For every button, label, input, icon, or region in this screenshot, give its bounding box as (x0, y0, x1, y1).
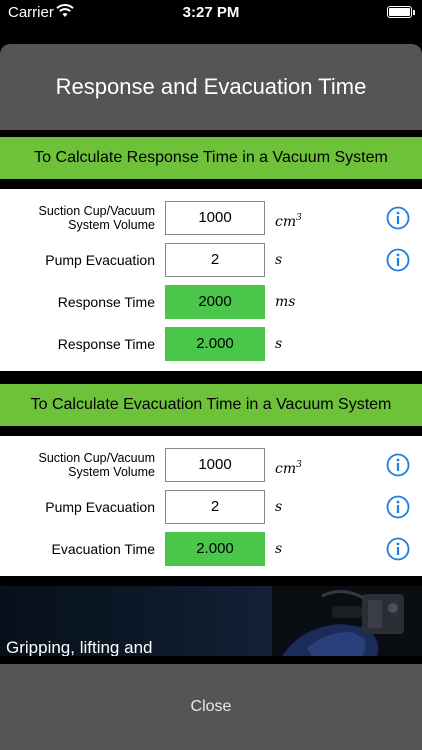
evacuation-time-value: 2.000 (165, 532, 265, 566)
response-panel: Suction Cup/Vacuum System Volume 1000 cm… (0, 189, 422, 371)
seconds-unit: s (275, 541, 283, 557)
response-time-ms-value: 2000 (165, 285, 265, 319)
response-section-title: To Calculate Response Time in a Vacuum S… (0, 137, 422, 179)
info-icon[interactable] (386, 495, 410, 519)
volume-unit: cm3 (275, 213, 302, 230)
volume-unit: cm3 (275, 460, 302, 477)
evacuation-time-row: Evacuation Time 2.000 s (0, 532, 422, 566)
evacuation-volume-input[interactable]: 1000 (165, 448, 265, 482)
response-pump-row: Pump Evacuation 2 s (0, 243, 422, 277)
status-bar: Carrier 3:27 PM (0, 0, 422, 26)
close-button[interactable]: Close (0, 664, 422, 750)
evacuation-time-label: Evacuation Time (51, 540, 156, 557)
response-volume-input[interactable]: 1000 (165, 201, 265, 235)
battery-tip (413, 10, 415, 15)
volume-label: Suction Cup/Vacuum System Volume (38, 450, 156, 479)
evacuation-pump-input[interactable]: 2 (165, 490, 265, 524)
pump-unit: s (275, 499, 283, 515)
response-time-label: Response Time (57, 335, 155, 352)
response-pump-input[interactable]: 2 (165, 243, 265, 277)
response-volume-row: Suction Cup/Vacuum System Volume 1000 cm… (0, 201, 422, 235)
response-time-s-row: Response Time 2.000 s (0, 327, 422, 361)
response-time-s-value: 2.000 (165, 327, 265, 361)
info-icon[interactable] (386, 453, 410, 477)
evacuation-pump-row: Pump Evacuation 2 s (0, 490, 422, 524)
battery-icon (387, 6, 412, 18)
vacuum-gripper-image (272, 586, 422, 656)
info-icon[interactable] (386, 248, 410, 272)
response-time-label: Response Time (57, 293, 155, 310)
pump-evacuation-label: Pump Evacuation (45, 498, 155, 515)
seconds-unit: s (275, 336, 283, 352)
evacuation-section-title: To Calculate Evacuation Time in a Vacuum… (0, 384, 422, 426)
clock: 3:27 PM (182, 4, 240, 21)
info-icon[interactable] (386, 206, 410, 230)
promo-banner[interactable]: Gripping, lifting and (0, 586, 422, 656)
modal-sheet: Response and Evacuation Time To Calculat… (0, 44, 422, 750)
volume-label: Suction Cup/Vacuum System Volume (38, 203, 156, 232)
banner-tagline: Gripping, lifting and (6, 638, 153, 656)
pump-unit: s (275, 252, 283, 268)
evacuation-panel: Suction Cup/Vacuum System Volume 1000 cm… (0, 436, 422, 576)
evacuation-volume-row: Suction Cup/Vacuum System Volume 1000 cm… (0, 448, 422, 482)
page-title: Response and Evacuation Time (0, 44, 422, 130)
pump-evacuation-label: Pump Evacuation (45, 251, 155, 268)
ms-unit: ms (275, 294, 296, 310)
response-time-ms-row: Response Time 2000 ms (0, 285, 422, 319)
info-icon[interactable] (386, 537, 410, 561)
